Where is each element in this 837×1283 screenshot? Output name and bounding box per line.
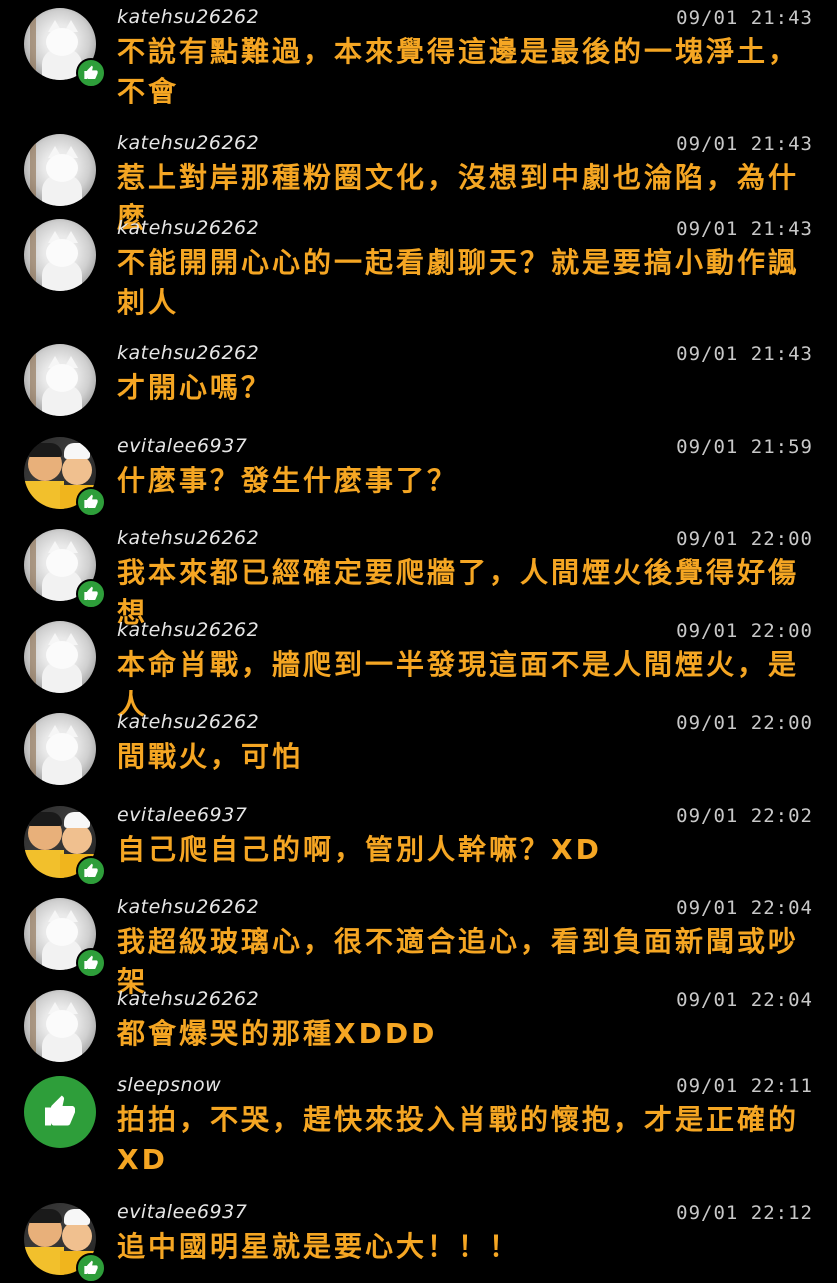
username[interactable]: katehsu26262: [117, 217, 259, 239]
timestamp: 09/01 22:00: [676, 620, 813, 642]
message-text: 自己爬自己的啊，管別人幹嘛？XD: [117, 833, 602, 866]
thumbs-up-icon: [76, 856, 106, 886]
timestamp: 09/01 21:43: [676, 133, 813, 155]
username[interactable]: evitalee6937: [117, 804, 247, 826]
avatar-container[interactable]: [24, 898, 106, 978]
avatar-container[interactable]: [24, 219, 96, 291]
message-text: 間戰火，可怕: [117, 740, 304, 773]
timestamp: 09/01 21:59: [676, 436, 813, 458]
timestamp: 09/01 21:43: [676, 7, 813, 29]
avatar-container[interactable]: [24, 621, 96, 693]
avatar-container[interactable]: [24, 344, 96, 416]
cat-avatar[interactable]: [24, 134, 96, 206]
avatar-container[interactable]: [24, 1203, 106, 1283]
avatar-container[interactable]: [24, 529, 106, 609]
thumbs-up-icon: [76, 487, 106, 517]
thumbs-up-icon: [76, 58, 106, 88]
username[interactable]: katehsu26262: [117, 988, 259, 1010]
avatar-container[interactable]: [24, 990, 96, 1062]
username[interactable]: katehsu26262: [117, 132, 259, 154]
cat-avatar[interactable]: [24, 219, 96, 291]
avatar-container[interactable]: [24, 1076, 96, 1148]
username[interactable]: katehsu26262: [117, 711, 259, 733]
timestamp: 09/01 21:43: [676, 343, 813, 365]
username[interactable]: evitalee6937: [117, 435, 247, 457]
username[interactable]: evitalee6937: [117, 1201, 247, 1223]
avatar-container[interactable]: [24, 134, 96, 206]
message-text: 不說有點難過，本來覺得這邊是最後的一塊淨土，不會: [117, 35, 800, 108]
avatar-container[interactable]: [24, 713, 96, 785]
thumbs-up-icon: [76, 948, 106, 978]
cat-avatar[interactable]: [24, 990, 96, 1062]
avatar-container[interactable]: [24, 8, 106, 88]
timestamp: 09/01 22:11: [676, 1075, 813, 1097]
thumbs-up-icon: [45, 1095, 75, 1126]
thumbs-up-icon: [76, 579, 106, 609]
message-text: 都會爆哭的那種XDDD: [117, 1017, 438, 1050]
avatar-container[interactable]: [24, 806, 106, 886]
username[interactable]: katehsu26262: [117, 527, 259, 549]
message-text: 什麼事？發生什麼事了？: [117, 464, 459, 497]
timestamp: 09/01 22:04: [676, 897, 813, 919]
cat-avatar[interactable]: [24, 344, 96, 416]
username[interactable]: sleepsnow: [117, 1074, 221, 1096]
timestamp: 09/01 21:43: [676, 218, 813, 240]
username[interactable]: katehsu26262: [117, 619, 259, 641]
cat-avatar[interactable]: [24, 621, 96, 693]
message-text: 拍拍，不哭，趕快來投入肖戰的懷抱，才是正確的XD: [117, 1103, 800, 1176]
timestamp: 09/01 22:12: [676, 1202, 813, 1224]
username[interactable]: katehsu26262: [117, 896, 259, 918]
username[interactable]: katehsu26262: [117, 342, 259, 364]
message-text: 不能開開心心的一起看劇聊天？就是要搞小動作諷刺人: [117, 246, 800, 319]
message-text: 才開心嗎？: [117, 371, 273, 404]
avatar-container[interactable]: [24, 437, 106, 517]
cat-avatar[interactable]: [24, 713, 96, 785]
timestamp: 09/01 22:02: [676, 805, 813, 827]
timestamp: 09/01 22:00: [676, 528, 813, 550]
timestamp: 09/01 22:04: [676, 989, 813, 1011]
username[interactable]: katehsu26262: [117, 6, 259, 28]
message-text: 追中國明星就是要心大！！！: [117, 1230, 521, 1263]
timestamp: 09/01 22:00: [676, 712, 813, 734]
green-like-avatar[interactable]: [24, 1076, 96, 1148]
